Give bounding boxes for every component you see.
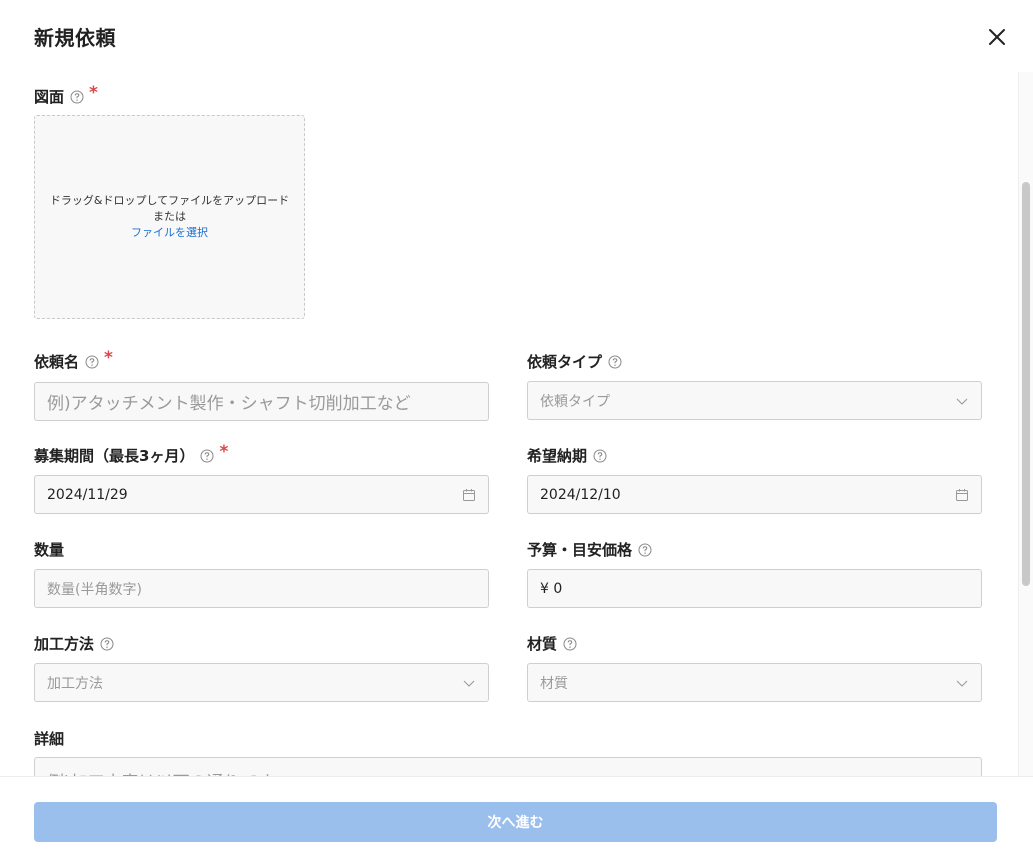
quantity-placeholder: 数量(半角数字) xyxy=(47,581,142,598)
drawing-label: 図面 * xyxy=(34,82,98,107)
processing-method-label: 加工方法 xyxy=(34,633,114,654)
close-button[interactable] xyxy=(984,24,1010,50)
details-label-text: 詳細 xyxy=(34,730,65,748)
help-icon[interactable] xyxy=(563,637,577,651)
chevron-down-icon xyxy=(956,398,968,405)
processing-method-placeholder: 加工方法 xyxy=(47,675,103,692)
close-icon xyxy=(989,29,1005,45)
request-name-label-text: 依頼名 xyxy=(34,353,80,371)
material-label: 材質 xyxy=(527,633,577,654)
chevron-down-icon xyxy=(956,680,968,687)
help-icon[interactable] xyxy=(608,355,622,369)
quantity-label-text: 数量 xyxy=(34,541,65,559)
modal-title: 新規依頼 xyxy=(34,26,116,50)
desired-delivery-value: 2024/12/10 xyxy=(540,486,621,503)
quantity-label: 数量 xyxy=(34,539,64,560)
modal-footer: 次へ進む xyxy=(0,776,1033,866)
required-mark: * xyxy=(219,441,229,462)
details-placeholder: 例)加工内容は以下の通りです。 xyxy=(47,768,290,776)
recruit-period-date-input[interactable]: 2024/11/29 xyxy=(34,475,489,514)
scrollbar[interactable] xyxy=(1018,72,1033,776)
dropzone-text: ドラッグ&ドロップしてファイルをアップロード xyxy=(49,194,290,207)
file-dropzone[interactable]: ドラッグ&ドロップしてファイルをアップロード または ファイルを選択 xyxy=(34,115,305,319)
processing-method-label-text: 加工方法 xyxy=(34,635,95,653)
desired-delivery-label: 希望納期 xyxy=(527,445,607,466)
select-file-link[interactable]: ファイルを選択 xyxy=(131,225,208,241)
request-name-label: 依頼名 * xyxy=(34,347,113,372)
budget-label-text: 予算・目安価格 xyxy=(527,541,633,559)
required-mark: * xyxy=(104,347,113,368)
budget-input[interactable]: ¥ 0 xyxy=(527,569,982,608)
required-mark: * xyxy=(89,82,98,103)
help-icon[interactable] xyxy=(70,90,84,104)
next-button[interactable]: 次へ進む xyxy=(34,802,997,842)
scrollbar-thumb[interactable] xyxy=(1022,182,1030,586)
desired-delivery-label-text: 希望納期 xyxy=(527,447,588,465)
quantity-input[interactable]: 数量(半角数字) xyxy=(34,569,489,608)
help-icon[interactable] xyxy=(85,355,99,369)
budget-value: ¥ 0 xyxy=(540,580,563,597)
request-type-label: 依頼タイプ xyxy=(527,351,622,372)
form-content[interactable]: 図面 * ドラッグ&ドロップしてファイルをアップロード または ファイルを選択 … xyxy=(0,72,1018,776)
desired-delivery-date-input[interactable]: 2024/12/10 xyxy=(527,475,982,514)
help-icon[interactable] xyxy=(593,449,607,463)
material-label-text: 材質 xyxy=(527,635,558,653)
material-select[interactable]: 材質 xyxy=(527,663,982,702)
calendar-icon[interactable] xyxy=(462,488,476,502)
request-name-placeholder: 例)アタッチメント製作・シャフト切削加工など xyxy=(47,394,411,414)
material-placeholder: 材質 xyxy=(540,675,568,692)
budget-label: 予算・目安価格 xyxy=(527,539,652,560)
chevron-down-icon xyxy=(463,680,475,687)
help-icon[interactable] xyxy=(638,543,652,557)
details-textarea[interactable]: 例)加工内容は以下の通りです。 xyxy=(34,757,982,776)
calendar-icon[interactable] xyxy=(955,488,969,502)
request-type-placeholder: 依頼タイプ xyxy=(540,393,610,410)
details-label: 詳細 xyxy=(34,728,64,749)
dropzone-or-text: または xyxy=(153,210,186,223)
drawing-label-text: 図面 xyxy=(34,88,65,106)
help-icon[interactable] xyxy=(100,637,114,651)
request-type-select[interactable]: 依頼タイプ xyxy=(527,381,982,420)
request-name-input[interactable]: 例)アタッチメント製作・シャフト切削加工など xyxy=(34,382,489,421)
help-icon[interactable] xyxy=(200,449,214,463)
recruit-period-label: 募集期間（最長3ヶ月） * xyxy=(34,441,229,466)
modal-header: 新規依頼 xyxy=(0,0,1033,72)
recruit-period-label-text: 募集期間（最長3ヶ月） xyxy=(34,447,195,465)
recruit-period-value: 2024/11/29 xyxy=(47,486,128,503)
processing-method-select[interactable]: 加工方法 xyxy=(34,663,489,702)
request-type-label-text: 依頼タイプ xyxy=(527,353,603,371)
